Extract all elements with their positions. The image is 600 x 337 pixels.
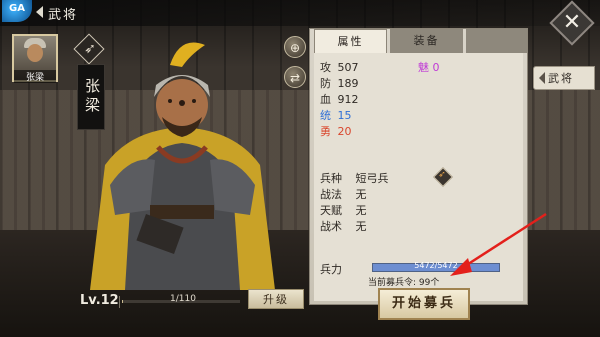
back-arrow-icon[interactable] <box>36 6 43 18</box>
stat-attack-label: 攻 <box>320 61 331 74</box>
stat-attack-value: 507 <box>337 61 359 74</box>
page-title: 武将 <box>48 8 79 23</box>
trait-strategy-label: 战术 <box>320 220 342 233</box>
exp-bar-fill <box>122 300 124 303</box>
trait-troop-type: 兵种 短弓兵 <box>320 170 389 186</box>
stat-command-label: 统 <box>320 109 331 122</box>
stat-defense-label: 防 <box>320 77 331 90</box>
stat-hp-label: 血 <box>320 93 331 106</box>
app-logo-text: GA <box>9 3 25 14</box>
trait-tactic-value: 无 <box>355 188 367 201</box>
stat-charm-label: 魅 <box>418 61 429 74</box>
strength-label: 兵力 <box>320 263 342 276</box>
exp-text: 1/110 <box>170 294 196 304</box>
upgrade-button[interactable]: 升级 <box>248 289 304 309</box>
stat-command: 统 15 <box>320 107 352 123</box>
stat-hp: 血 912 <box>320 91 359 107</box>
stat-charm-value: 0 <box>432 61 440 74</box>
trait-talent-value: 无 <box>355 204 367 217</box>
level-label: Lv.12 <box>80 293 119 308</box>
trait-talent-label: 天赋 <box>320 204 342 217</box>
swap-icon[interactable]: ⇄ <box>284 66 306 88</box>
portrait-name: 张梁 <box>14 70 56 83</box>
trait-troop-type-label: 兵种 <box>320 172 342 185</box>
tab-bar-filler <box>466 29 527 53</box>
stat-bravery-label: 勇 <box>320 125 331 138</box>
stat-command-value: 15 <box>337 109 352 122</box>
tab-attributes[interactable]: 属性 <box>314 29 387 53</box>
stat-attack: 攻 507 <box>320 59 359 75</box>
stat-hp-value: 912 <box>337 93 359 106</box>
trait-strategy-value: 无 <box>355 220 367 233</box>
stat-defense-value: 189 <box>337 77 359 90</box>
general-figure <box>90 42 275 290</box>
bow-icon[interactable]: ➶ <box>435 168 449 182</box>
close-icon[interactable]: ✕ <box>562 10 582 36</box>
top-bar <box>0 0 600 26</box>
tab-equipment[interactable]: 装备 <box>390 29 463 53</box>
annotation-arrow <box>450 212 547 276</box>
level-divider <box>119 296 120 308</box>
trait-tactic-label: 战法 <box>320 188 342 201</box>
trait-tactic: 战法 无 <box>320 186 367 202</box>
recruit-order-text: 当前募兵令: 99个 <box>368 278 440 288</box>
portrait-face <box>27 44 43 62</box>
zoom-in-icon[interactable]: ⊕ <box>284 36 306 58</box>
trait-strategy: 战术 无 <box>320 218 367 234</box>
side-tab-label[interactable]: 武将 <box>548 70 574 86</box>
trait-talent: 天赋 无 <box>320 202 367 218</box>
stat-defense: 防 189 <box>320 75 359 91</box>
stat-bravery-value: 20 <box>337 125 352 138</box>
trait-troop-type-value: 短弓兵 <box>355 172 389 185</box>
start-recruit-button[interactable]: 开始募兵 <box>378 288 470 320</box>
stat-bravery: 勇 20 <box>320 123 352 139</box>
hero-portrait[interactable]: 张梁 <box>12 34 58 83</box>
stat-charm: 魅 0 <box>418 59 440 75</box>
chevron-left-icon[interactable] <box>539 72 545 84</box>
